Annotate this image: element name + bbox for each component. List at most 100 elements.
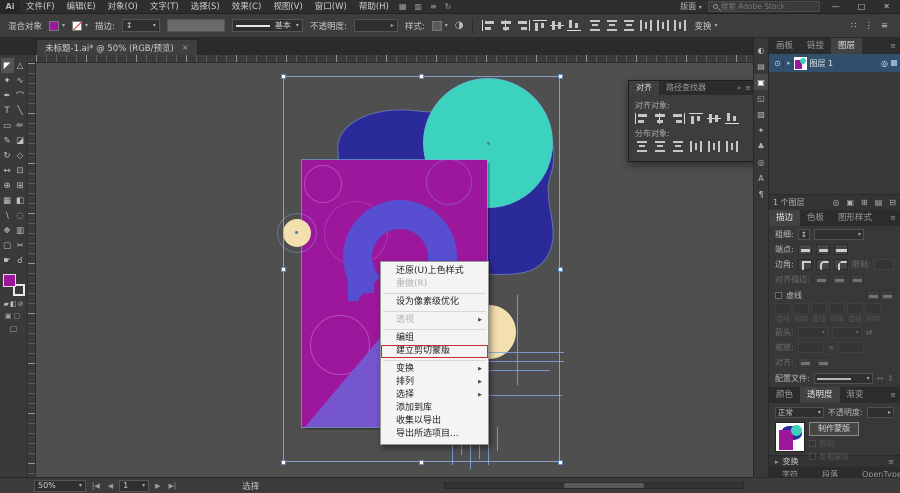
context-menu-item[interactable]: 设为像素级优化 ▶ (381, 296, 488, 309)
selection-handle[interactable] (419, 74, 424, 79)
none-mode-icon[interactable]: ⊘ (18, 300, 24, 308)
width-tool[interactable]: ↔ (1, 163, 14, 178)
menubar-item[interactable]: 窗口(W) (309, 0, 353, 14)
arrowhead-end-select[interactable]: ▾ (831, 326, 862, 338)
artboards-panel-icon[interactable]: ◱ (754, 90, 769, 106)
distribute-middle-icon[interactable] (653, 141, 667, 152)
panel-menu-icon[interactable]: ≡ (881, 21, 888, 31)
restore-button[interactable]: □ (852, 2, 872, 11)
align-vertical-bottom-icon[interactable] (567, 20, 582, 31)
distribute-center-icon[interactable] (707, 141, 721, 152)
hand-tool[interactable]: ☛ (1, 253, 14, 268)
align-dash-button[interactable] (880, 289, 894, 301)
dashed-line-checkbox[interactable] (775, 291, 782, 299)
pen-tool[interactable]: ✒ (1, 88, 14, 103)
fill-color-dropdown[interactable]: ▾ (49, 20, 65, 31)
context-menu-item[interactable]: 添加到库 ▶ (381, 402, 488, 415)
new-sublayer-icon[interactable]: ⊞ (861, 198, 868, 207)
menubar-item[interactable]: 文字(T) (144, 0, 185, 14)
color-panel-icon[interactable]: ◐ (754, 42, 769, 58)
distribute-left-icon[interactable] (689, 141, 703, 152)
align-horizontal-right-icon[interactable] (516, 20, 531, 31)
gap-field[interactable] (829, 303, 845, 314)
curvature-tool[interactable]: ⌒ (14, 88, 27, 103)
fill-swatch[interactable] (2, 274, 16, 287)
context-menu-item[interactable]: 选择 ▶ (381, 389, 488, 402)
panel-tab[interactable]: 渐变 (840, 387, 871, 403)
context-menu-item[interactable]: 导出所选项目... ▶ (381, 428, 488, 441)
distribute-top-icon[interactable] (635, 141, 649, 152)
width-profile-select[interactable]: ▾ (813, 373, 873, 384)
symbols-panel-icon[interactable]: ✦ (754, 122, 769, 138)
visibility-eye-icon[interactable]: ⊙ (772, 58, 784, 68)
panel-tab[interactable]: 色板 (800, 210, 831, 226)
shaper-tool[interactable]: ✎ (1, 133, 14, 148)
align-stroke-outside-button[interactable] (849, 274, 864, 285)
distribute-bottom-icon[interactable] (671, 141, 685, 152)
magic-wand-tool[interactable]: ✦ (1, 73, 14, 88)
menubar-item[interactable]: 视图(V) (267, 0, 308, 14)
distribute-top-icon[interactable] (588, 20, 603, 31)
appearance-panel-icon[interactable]: ◎ (754, 154, 769, 170)
distribute-center-icon[interactable] (656, 20, 671, 31)
style-dropdown[interactable]: ▾ (431, 20, 448, 31)
align-vertical-middle-icon[interactable] (550, 20, 565, 31)
context-menu-item[interactable]: 透视 ▶ (381, 314, 488, 327)
column-graph-tool[interactable]: ▥ (14, 223, 27, 238)
dash-field[interactable] (775, 303, 791, 314)
selection-handle[interactable] (281, 74, 286, 79)
round-cap-button[interactable] (815, 244, 830, 255)
context-menu-item[interactable]: 重做(R) ▶ (381, 278, 488, 291)
dash-field[interactable] (847, 303, 863, 314)
selection-handle[interactable] (281, 460, 286, 465)
selection-handle[interactable] (558, 267, 563, 272)
stroke-weight-stepper[interactable]: ↕ (797, 228, 810, 240)
selection-tool[interactable]: ◤ (0, 58, 14, 73)
selection-handle[interactable] (281, 267, 286, 272)
panel-menu-icon[interactable]: ≡ (745, 84, 751, 92)
invert-mask-checkbox[interactable] (809, 453, 816, 460)
align-vertical-top-icon[interactable] (533, 20, 548, 31)
bevel-join-button[interactable] (833, 259, 848, 270)
selection-handle[interactable] (558, 74, 563, 79)
panel-tab[interactable]: 图形样式 (831, 210, 879, 226)
canvas[interactable]: 还原(U)上色样式 ▶ 重做(R) ▶ ▶ 设为像素级优化 ▶ ▶ (28, 55, 753, 477)
color-mode-icon[interactable]: ▰ (4, 300, 9, 308)
round-join-button[interactable] (815, 259, 830, 270)
panel-tab[interactable]: 颜色 (769, 387, 800, 403)
grid-dots-icon[interactable]: ∷ (851, 21, 856, 31)
clip-checkbox[interactable] (809, 440, 816, 447)
distribute-left-icon[interactable] (639, 20, 654, 31)
locate-object-icon[interactable]: ◎ (832, 198, 839, 207)
context-menu-item[interactable]: 建立剪切蒙版 ▶ (381, 345, 488, 358)
menubar-item[interactable]: 效果(C) (226, 0, 268, 14)
panel-menu-icon[interactable]: ≡ (890, 42, 900, 50)
context-menu-item[interactable]: 还原(U)上色样式 ▶ (381, 265, 488, 278)
menubar-item[interactable]: 对象(O) (102, 0, 144, 14)
first-artboard-icon[interactable]: |◀ (90, 482, 102, 490)
make-clip-mask-icon[interactable]: ▣ (846, 198, 854, 207)
transform-dropdown[interactable]: 变换 ▾ (694, 20, 717, 32)
preserve-dash-button[interactable] (866, 289, 880, 301)
asset-export-panel-icon[interactable]: ▧ (754, 106, 769, 122)
character-styles-panel-icon[interactable]: A (754, 170, 769, 186)
draw-modes[interactable]: ▣▢ (5, 312, 22, 320)
opacity-field[interactable]: ▸ (866, 406, 894, 418)
type-tool[interactable]: T (1, 103, 14, 118)
context-menu-item[interactable]: 编组 ▶ (381, 332, 488, 345)
layer-name[interactable]: 图层 1 (810, 58, 879, 69)
eyedropper-tool[interactable]: ∖ (1, 208, 14, 223)
layers-panel-icon[interactable]: ▣ (753, 74, 769, 90)
scale-start-field[interactable] (797, 342, 824, 353)
brushes-panel-icon[interactable]: ♣ (754, 138, 769, 154)
direct-selection-tool[interactable]: △ (14, 58, 27, 73)
line-segment-tool[interactable]: ╲ (14, 103, 27, 118)
artboard-tool[interactable]: ▢ (1, 238, 14, 253)
menubar-item[interactable]: 选择(S) (185, 0, 226, 14)
panel-tab[interactable]: 画板 (769, 38, 800, 54)
eraser-tool[interactable]: ◪ (14, 133, 27, 148)
menubar-item[interactable]: 帮助(H) (353, 0, 395, 14)
fill-stroke-swatches[interactable] (2, 274, 25, 296)
next-artboard-icon[interactable]: ▶ (153, 482, 162, 490)
link-scale-icon[interactable]: ∞ (828, 343, 835, 352)
